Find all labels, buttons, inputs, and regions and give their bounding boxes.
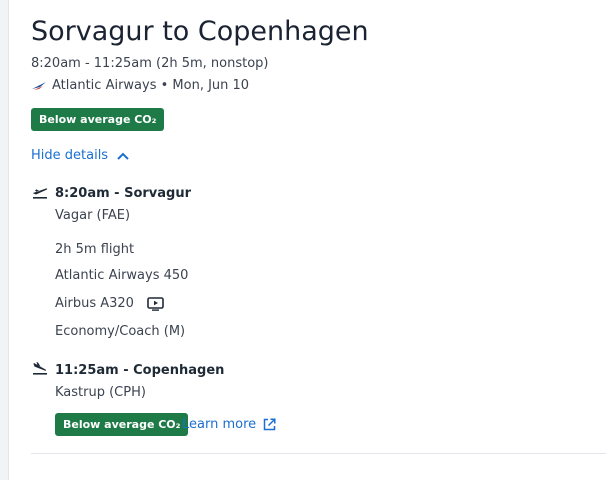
atlantic-airways-logo (32, 81, 46, 90)
airline-and-date: Atlantic Airways • Mon, Jun 10 (52, 78, 250, 93)
departure-time-city: 8:20am - Sorvagur (55, 186, 192, 201)
departure-airport: Vagar (FAE) (55, 208, 131, 223)
takeoff-icon (33, 188, 48, 199)
video-screen-icon (147, 296, 164, 311)
aircraft-type: Airbus A320 (55, 296, 134, 311)
hide-details-toggle[interactable]: Hide details (31, 148, 129, 163)
arrival-time-city: 11:25am - Copenhagen (55, 363, 225, 378)
flight-route-title: Sorvagur to Copenhagen (31, 16, 369, 47)
learn-more-link[interactable]: Learn more (182, 417, 276, 432)
flight-time-summary: 8:20am - 11:25am (2h 5m, nonstop) (31, 56, 269, 71)
section-divider (31, 453, 606, 454)
chevron-up-icon (117, 152, 129, 160)
flight-details-card: Sorvagur to Copenhagen 8:20am - 11:25am … (8, 0, 606, 480)
arrival-airport: Kastrup (CPH) (55, 385, 146, 400)
cabin-class: Economy/Coach (M) (55, 324, 186, 339)
airline-date-line: Atlantic Airways • Mon, Jun 10 (31, 78, 249, 93)
flight-duration: 2h 5m flight (55, 242, 135, 257)
aircraft-row: Airbus A320 (55, 296, 164, 311)
co2-badge: Below average CO₂ (31, 108, 165, 131)
landing-icon (33, 362, 47, 375)
external-link-icon (263, 418, 276, 431)
flight-number: Atlantic Airways 450 (55, 268, 189, 283)
co2-badge-footer: Below average CO₂ (55, 413, 189, 436)
hide-details-label: Hide details (31, 148, 109, 163)
learn-more-label: Learn more (182, 417, 257, 432)
